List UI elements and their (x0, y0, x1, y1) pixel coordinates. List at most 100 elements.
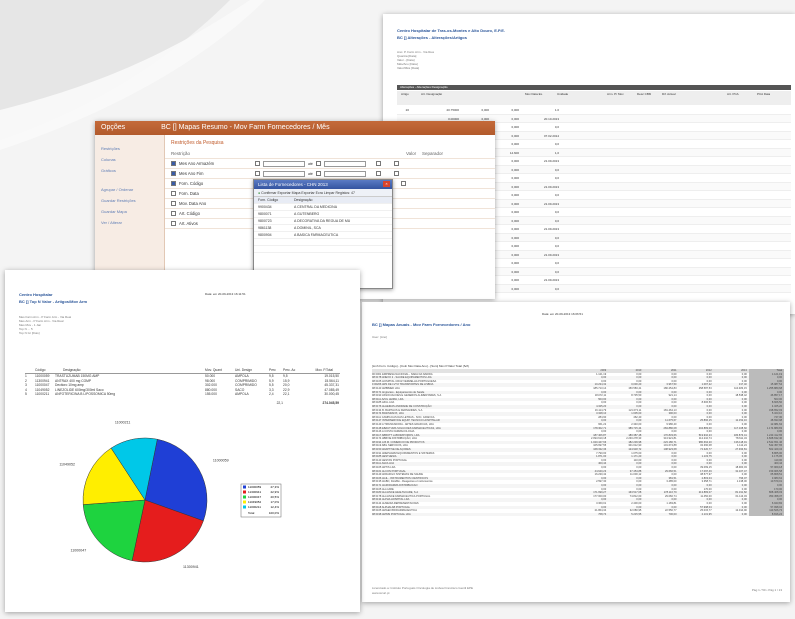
col-header: Dif. Actual (662, 92, 676, 96)
slice-label: 11000059 (213, 459, 229, 463)
sidebar-item-ver-alterar[interactable]: Ver / Alterar (95, 217, 164, 228)
records-count: Registos: 47 (335, 191, 355, 195)
chart-legend: 11000059 27,3%11300941 22,9%11000047 20,5%1… (240, 483, 282, 518)
restriction-checkbox[interactable] (171, 161, 176, 166)
legend-pct: 12,4% (270, 505, 279, 509)
list-item[interactable] (254, 239, 392, 246)
list-item[interactable]: 9800723 A DECORATIVA DA REGUA DE MU (254, 218, 392, 225)
table-body: 1 11000059 TRASTUZUMAB 150MG AMP 50.000 AMPO… (25, 374, 340, 397)
slice-label: 11000211 (115, 420, 130, 424)
restrictions-header: Restrição Valor Separador (165, 149, 495, 159)
table-cell: 22,1 (283, 392, 290, 397)
sidebar-item-restricoes[interactable]: Restrições (95, 143, 164, 154)
report-date: Data: em 20-09-2013 16:06:51 (542, 312, 583, 316)
value-input[interactable] (263, 170, 305, 177)
table-cell: 0,000 (511, 167, 519, 172)
table-cell: 8.816,24 (748, 512, 785, 517)
close-icon[interactable]: × (383, 181, 390, 187)
legend-total: 100,0% (269, 511, 280, 515)
restriction-checkbox[interactable] (171, 221, 176, 226)
table-row: 5 11000211 ANFOTERICINA B LIPOSSOMICA 50mg… (25, 392, 340, 397)
legend-swatch (243, 490, 246, 494)
table-cell: 0,0 (554, 218, 559, 223)
table-cell: 0,000 (481, 108, 489, 112)
col-header: Perc (269, 368, 276, 372)
table-cell: 0,000 (511, 218, 519, 223)
top-n-table: Código Designação Mov. Quant Uni. Design… (25, 368, 340, 406)
col-header: Uni. Design (235, 368, 253, 372)
supplier-name: A DECORATIVA DA REGUA DE MU (294, 219, 351, 223)
table-cell: 0,000 (511, 227, 519, 231)
table-cell: 0,000 (511, 252, 519, 257)
col-header: Arm. Pr Mov (607, 92, 624, 96)
table-cell: 0,0 (554, 176, 559, 180)
table-cell: 0,0 (554, 286, 559, 291)
sidebar-item-agrupar[interactable]: Agrupar / Ordenar (95, 184, 164, 195)
header-restricao: Restrição (171, 151, 191, 156)
list-item[interactable]: 9861138 A DOMINIL, SCA (254, 225, 392, 232)
value-input[interactable] (263, 160, 305, 167)
header-valor: Valor (406, 151, 417, 156)
data-table: 2009 2010 2011 2012 2013 Total 90 0001 E… (372, 369, 785, 517)
report-user: User: [Ano] (372, 335, 388, 339)
legend-label: 11049052 (248, 500, 261, 504)
restriction-checkbox[interactable] (171, 171, 176, 176)
restriction-checkbox[interactable] (171, 211, 176, 216)
valor-checkbox[interactable] (375, 171, 381, 176)
value-checkbox[interactable] (315, 171, 321, 176)
separador-checkbox[interactable] (393, 171, 399, 176)
pie-chart: 1100005911300941110000471104905211000211… (59, 420, 282, 569)
report-section: [Linh Forn. Código] - [Coln Mov Data Ano… (372, 364, 470, 368)
list-item[interactable]: 9900434 A CENTRAL DA MEDICINA (254, 204, 392, 211)
separador-checkbox[interactable] (393, 161, 399, 166)
col-header: Mov Data Ex. (525, 92, 544, 96)
table-cell: 155.000 (205, 392, 217, 397)
table-cell: 0,0 (554, 244, 559, 248)
table-header: Artigo Art. Designação Mov Data Ex. Unid… (397, 91, 791, 105)
export-screen-button[interactable]: Exportar Ecra (301, 191, 322, 195)
value-checkbox[interactable] (255, 171, 260, 176)
confirm-button[interactable]: Confirmar (261, 191, 276, 195)
table-cell: 0,000 (511, 278, 519, 282)
value-checkbox[interactable] (315, 161, 321, 166)
table-cell: 1.0 (554, 108, 559, 112)
report-subtitle: BC [] Alterações - Alterações/Artigos (397, 35, 467, 40)
col-header: Unidade (557, 92, 569, 96)
separador-checkbox[interactable] (401, 181, 406, 186)
table-cell: 20.75000 (446, 108, 459, 112)
sidebar-item-colunas[interactable]: Colunas (95, 154, 164, 165)
restriction-checkbox[interactable] (171, 191, 176, 196)
restriction-checkbox[interactable] (171, 201, 176, 206)
table-cell: 0,000 (511, 176, 519, 180)
table-cell: 768,74 (598, 512, 607, 516)
sidebar-item-guardar-mapa[interactable]: Guardar Mapa (95, 206, 164, 217)
value-input-to[interactable] (323, 160, 366, 167)
popup-col-code: Forn. Código (258, 198, 279, 202)
legend-swatch (243, 505, 246, 509)
col-header: Perc. Ac (283, 368, 296, 372)
table-cell: 0,000 (511, 133, 519, 138)
valor-checkbox[interactable] (375, 161, 381, 166)
list-item[interactable]: 9800071 A GUTENBERG (254, 211, 392, 218)
table-cell: 0,0 (554, 235, 559, 240)
sidebar-item-guardar-restricoes[interactable]: Guardar Restrições (95, 195, 164, 206)
export-map-button[interactable]: Exportar Mapa (277, 191, 300, 195)
restriction-checkbox[interactable] (171, 181, 176, 186)
list-item[interactable]: 9800904 A BASICA FARMACEUTICA (254, 232, 392, 239)
restriction-row: Mes Ano Fim até (165, 169, 495, 179)
popup-list: 9900434 A CENTRAL DA MEDICINA 9800071 A GUT… (254, 204, 392, 253)
restriction-row: Mes Ano Armazém até (165, 159, 495, 169)
table-cell: 20 (405, 108, 409, 112)
ate-label: até (308, 161, 313, 166)
value-checkbox[interactable] (255, 161, 260, 166)
col-header: PCA Data (757, 92, 771, 96)
value-input-to[interactable] (323, 170, 366, 177)
report-filters: Mes Farm Arm - P Farm Arm - Via Real Mes… (19, 315, 71, 335)
table-cell: 0,0 (554, 261, 559, 265)
section-title: Restrições da Pesquisa (171, 140, 224, 146)
sidebar-item-graficos[interactable]: Gráficos (95, 165, 164, 176)
list-item[interactable] (254, 246, 392, 253)
clear-button[interactable]: Limpar (324, 191, 335, 195)
table-cell: 0,0 (554, 167, 559, 172)
dialog-title-left: Opções (101, 124, 126, 131)
